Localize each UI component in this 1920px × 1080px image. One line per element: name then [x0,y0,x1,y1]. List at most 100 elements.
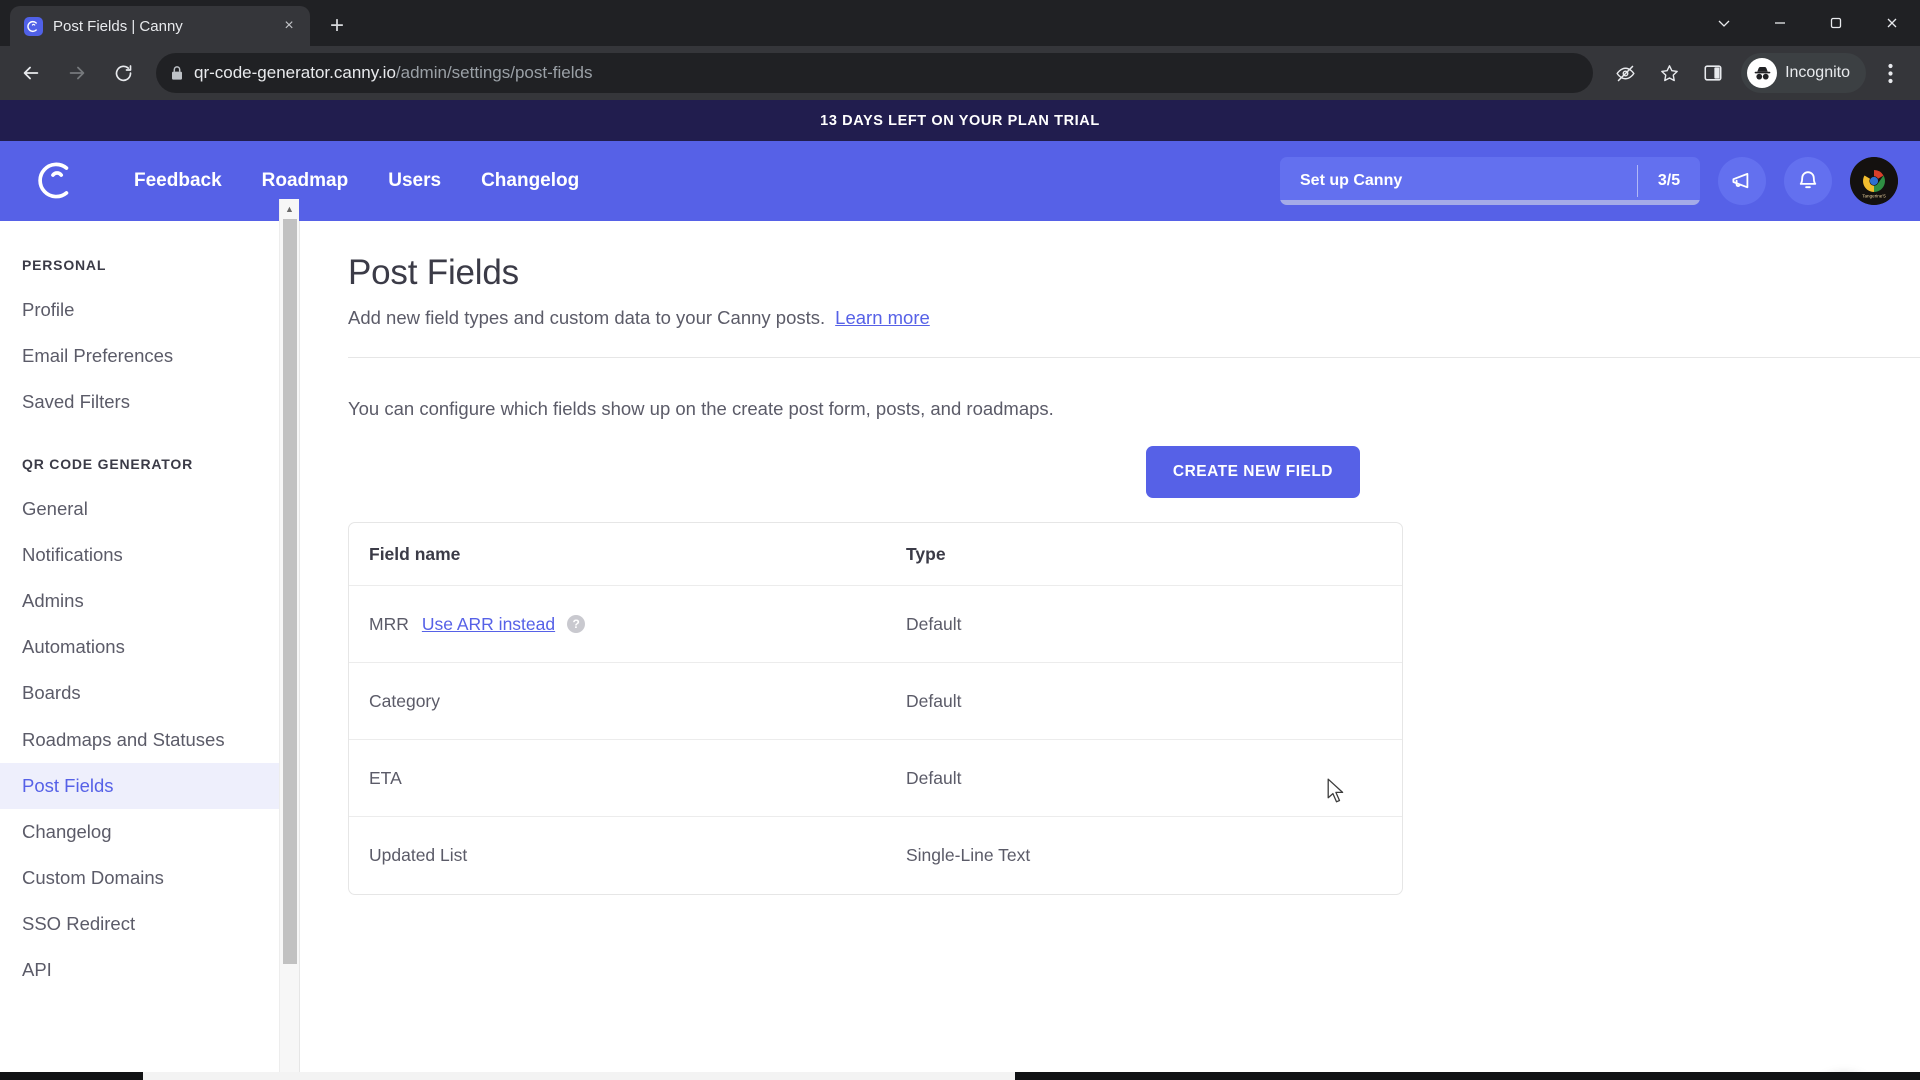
minimize-all-icon[interactable] [1696,0,1752,46]
page-title: Post Fields [348,253,519,292]
sidebar-item-post-fields[interactable]: Post Fields [0,762,299,809]
table-header-field-name: Field name [369,544,906,565]
setup-canny-widget[interactable]: Set up Canny 3/5 [1280,157,1700,205]
page-viewport: 13 DAYS LEFT ON YOUR PLAN TRIAL Feedback… [0,100,1920,1080]
address-bar[interactable]: qr-code-generator.canny.io/admin/setting… [156,53,1594,93]
canny-logo-icon [24,16,43,36]
use-arr-instead-link[interactable]: Use ARR instead [422,614,555,635]
taskbar-strip [0,1072,1920,1080]
scrollbar-thumb[interactable] [282,219,297,964]
sidebar-item-automations[interactable]: Automations [0,624,299,670]
field-name-label: Updated List [369,845,468,865]
settings-sidebar: PERSONAL Profile Email Preferences Saved… [0,199,300,1080]
field-name-label: Category [369,690,441,711]
page-header: Post Fields Add new field types and cust… [300,221,1920,358]
configure-description: You can configure which fields show up o… [348,398,1054,419]
top-nav-right: Set up Canny 3/5 Tangerine'5 [1280,157,1898,205]
main-content: Post Fields Add new field types and cust… [300,221,1920,1080]
field-name-cell: ETA [369,768,906,789]
field-type-cell: Single-Line Text [906,845,1402,866]
side-panel-icon[interactable] [1693,53,1733,93]
sidebar-item-profile[interactable]: Profile [0,287,299,333]
field-name-cell: MRR Use ARR instead ? [369,614,906,635]
create-new-field-button[interactable]: CREATE NEW FIELD [1145,446,1360,498]
trial-banner-text: 13 DAYS LEFT ON YOUR PLAN TRIAL [820,112,1100,129]
sidebar-item-general[interactable]: General [0,486,299,532]
nav-link-roadmap[interactable]: Roadmap [242,160,369,202]
sidebar-item-changelog[interactable]: Changelog [0,809,299,855]
page-subtitle: Add new field types and custom data to y… [348,307,1920,329]
close-icon[interactable]: × [278,15,300,37]
close-window-icon[interactable] [1864,0,1920,46]
url-path: /admin/settings/post-fields [395,63,593,82]
field-type-label: Single-Line Text [906,845,1031,865]
incognito-indicator[interactable]: Incognito [1741,53,1866,93]
setup-progress-bar [1280,200,1700,205]
maximize-icon[interactable] [1808,0,1864,46]
sidebar-item-admins[interactable]: Admins [0,578,299,624]
sidebar-item-roadmaps-and-statuses[interactable]: Roadmaps and Statuses [0,717,299,763]
incognito-icon [1747,58,1778,88]
sidebar-item-boards[interactable]: Boards [0,670,299,716]
canny-logo-icon[interactable] [28,158,86,204]
sidebar-item-saved-filters[interactable]: Saved Filters [0,379,299,425]
nav-link-changelog[interactable]: Changelog [461,160,599,202]
field-type-label: Default [906,690,962,711]
scroll-up-arrow-icon[interactable]: ▲ [280,199,300,219]
sidebar-item-custom-domains[interactable]: Custom Domains [0,855,299,901]
avatar[interactable]: Tangerine'5 [1850,157,1898,205]
column-header-label: Field name [369,543,461,564]
sidebar-section-qr-code-generator: QR CODE GENERATOR [22,455,193,472]
browser-tab[interactable]: Post Fields | Canny × [10,6,310,46]
learn-more-link[interactable]: Learn more [835,307,930,328]
content-row: PERSONAL Profile Email Preferences Saved… [0,199,1920,1080]
eye-slash-icon[interactable] [1605,53,1645,93]
reload-icon[interactable] [102,52,144,94]
table-row[interactable]: Updated List Single-Line Text [349,817,1402,894]
table-row[interactable]: ETA Default [349,740,1402,817]
table-row[interactable]: Category Default [349,663,1402,740]
field-name-label: MRR [369,613,409,634]
scrollbar-track[interactable] [280,219,300,1080]
field-type-cell: Default [906,768,1402,789]
sidebar-scrollbar[interactable]: ▲ ▼ [279,199,299,1080]
sidebar-item-email-preferences[interactable]: Email Preferences [0,333,299,379]
taskbar-highlight [143,1072,1015,1080]
page-body: You can configure which fields show up o… [300,358,1920,895]
trial-banner[interactable]: 13 DAYS LEFT ON YOUR PLAN TRIAL [0,100,1920,141]
field-name-label: ETA [369,767,402,788]
forward-arrow-icon[interactable] [56,52,98,94]
new-tab-button[interactable]: + [320,9,354,43]
star-icon[interactable] [1649,53,1689,93]
nav-link-users[interactable]: Users [368,160,461,202]
divider [1637,165,1638,197]
help-icon[interactable]: ? [567,615,586,633]
tab-strip: Post Fields | Canny × + [0,0,1920,46]
url-text: qr-code-generator.canny.io/admin/setting… [194,63,592,83]
top-nav-links: Feedback Roadmap Users Changelog [114,160,599,202]
field-type-label: Default [906,767,962,788]
minimize-icon[interactable] [1752,0,1808,46]
svg-text:Tangerine'5: Tangerine'5 [1862,194,1886,199]
column-header-label: Type [906,543,946,564]
back-arrow-icon[interactable] [10,52,52,94]
field-name-cell: Updated List [369,845,906,866]
post-fields-table: Field name Type MRR Use ARR instead ? De… [348,522,1403,895]
table-row[interactable]: MRR Use ARR instead ? Default [349,586,1402,663]
sidebar-item-api[interactable]: API [0,947,299,993]
setup-canny-count: 3/5 [1657,172,1681,189]
nav-link-feedback[interactable]: Feedback [114,160,242,202]
field-type-label: Default [906,613,962,634]
field-type-cell: Default [906,614,1402,635]
sidebar-item-sso-redirect[interactable]: SSO Redirect [0,901,299,947]
field-type-cell: Default [906,691,1402,712]
setup-canny-label: Set up Canny [1300,172,1403,189]
three-dot-menu-icon[interactable] [1870,53,1910,93]
sidebar-item-notifications[interactable]: Notifications [0,532,299,578]
table-header-row: Field name Type [349,523,1402,586]
url-domain: qr-code-generator.canny.io [194,63,396,82]
lock-icon [170,65,184,81]
bell-icon[interactable] [1784,157,1832,205]
megaphone-icon[interactable] [1718,157,1766,205]
window-controls [1696,0,1920,46]
